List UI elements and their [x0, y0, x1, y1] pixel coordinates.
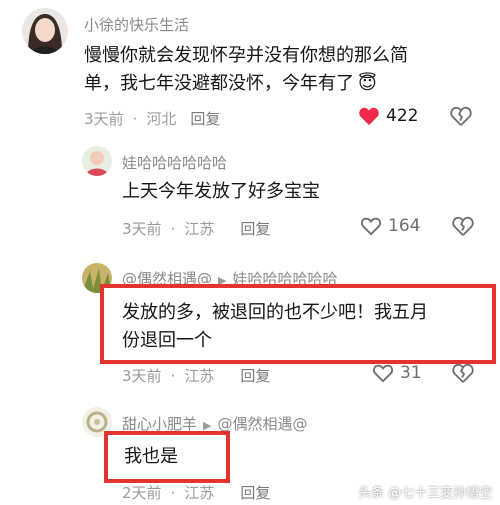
reply-text: 我也是 — [124, 446, 178, 467]
avatar[interactable] — [82, 146, 112, 176]
like-count: 422 — [386, 106, 419, 126]
reply-text: 发放的多，被退回的也不少吧！我五月 份退回一个 — [122, 299, 492, 355]
reply-meta: 3天前 · 江苏 回复 — [122, 218, 271, 239]
reply-button[interactable]: 回复 — [240, 365, 270, 386]
timestamp: 2天前 — [122, 484, 162, 502]
emoji-icon: 😇 — [358, 73, 377, 94]
reply-username[interactable]: 娃哈哈哈哈哈哈 — [122, 152, 227, 173]
broken-heart-icon — [452, 216, 474, 236]
avatar[interactable] — [22, 8, 68, 54]
dislike-button[interactable] — [452, 216, 474, 240]
broken-heart-icon — [450, 106, 472, 126]
heart-outline-icon — [361, 217, 381, 236]
like-button[interactable]: 31 — [372, 363, 422, 383]
reply-meta: 3天前 · 江苏 回复 — [122, 365, 271, 386]
reply-text: 上天今年发放了好多宝宝 — [122, 181, 320, 202]
like-button[interactable]: 422 — [358, 106, 418, 126]
timestamp: 3天前 — [122, 220, 162, 238]
dislike-button[interactable] — [452, 363, 474, 387]
comment-text: 慢慢你就会发现怀孕并没有你想的那么简 单，我七年没避都没怀，今年有了 😇 — [84, 42, 494, 98]
location: 江苏 — [184, 220, 215, 238]
like-count: 164 — [388, 216, 421, 236]
comment-text-line: 单，我七年没避都没怀，今年有了 😇 — [84, 73, 377, 94]
reply-text-line: 份退回一个 — [122, 330, 212, 351]
reply-button[interactable]: 回复 — [240, 482, 270, 503]
reply-button[interactable]: 回复 — [240, 218, 270, 239]
heart-outline-icon — [373, 364, 393, 383]
like-button[interactable]: 164 — [360, 216, 420, 236]
reply-target-username[interactable]: @偶然相遇@ — [217, 415, 307, 433]
reply-button[interactable]: 回复 — [190, 108, 220, 129]
location: 江苏 — [184, 484, 215, 502]
heart-filled-icon — [359, 107, 379, 126]
comment-username[interactable]: 小徐的快乐生活 — [84, 14, 189, 35]
location: 江苏 — [184, 367, 215, 385]
like-count: 31 — [400, 363, 422, 383]
comment-meta: 3天前 · 河北 回复 — [84, 108, 221, 129]
reply-text-line: 发放的多，被退回的也不少吧！我五月 — [122, 302, 428, 323]
broken-heart-icon — [452, 363, 474, 383]
comment-text-line: 慢慢你就会发现怀孕并没有你想的那么简 — [84, 45, 408, 66]
timestamp: 3天前 — [122, 367, 162, 385]
reply-meta: 2天前 · 江苏 回复 — [122, 482, 271, 503]
dislike-button[interactable] — [450, 106, 472, 130]
timestamp: 3天前 — [84, 110, 124, 128]
location: 河北 — [146, 110, 177, 128]
watermark: 头条 @七十三变孙悟空 — [358, 486, 493, 501]
